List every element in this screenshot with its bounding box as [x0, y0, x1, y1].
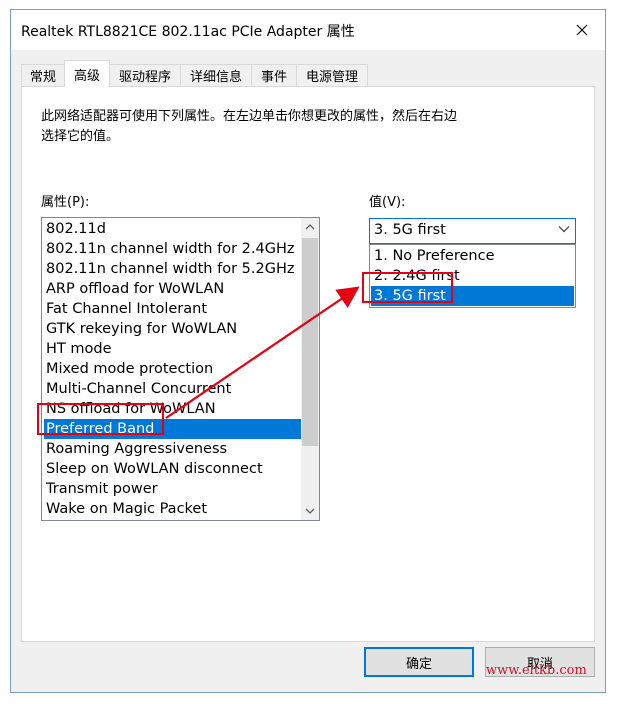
property-label: 属性(P):: [41, 195, 90, 210]
tab-general[interactable]: 常规: [21, 64, 65, 86]
chevron-down-icon: [305, 508, 315, 514]
list-scrollbar[interactable]: [301, 218, 319, 520]
list-item[interactable]: 802.11n channel width for 5.2GHz: [44, 259, 302, 279]
close-icon: [576, 24, 588, 36]
close-button[interactable]: [559, 10, 605, 50]
property-listbox[interactable]: 802.11d 802.11n channel width for 2.4GHz…: [41, 217, 320, 521]
list-item[interactable]: Roaming Aggressiveness: [44, 439, 302, 459]
list-item[interactable]: 802.11n channel width for 2.4GHz: [44, 239, 302, 259]
chevron-up-icon: [305, 224, 315, 230]
scroll-thumb[interactable]: [302, 238, 318, 446]
value-dropdown[interactable]: 3. 5G first: [369, 218, 576, 244]
list-item[interactable]: Multi-Channel Concurrent: [44, 379, 302, 399]
properties-dialog: Realtek RTL8821CE 802.11ac PCIe Adapter …: [10, 9, 606, 693]
value-option[interactable]: 1. No Preference: [371, 246, 574, 266]
annotation-box-property: [37, 403, 164, 435]
chevron-down-icon: [558, 226, 570, 233]
ok-button[interactable]: 确定: [364, 647, 474, 677]
scroll-down-button[interactable]: [301, 502, 319, 520]
value-label: 值(V):: [369, 195, 406, 210]
panel-description: 此网络适配器可使用下列属性。在左边单击你想更改的属性，然后在右边 选择它的值。: [41, 109, 458, 144]
window-title: Realtek RTL8821CE 802.11ac PCIe Adapter …: [21, 24, 355, 40]
list-item[interactable]: Fat Channel Intolerant: [44, 299, 302, 319]
value-selected: 3. 5G first: [374, 222, 446, 238]
list-item[interactable]: 802.11d: [44, 219, 302, 239]
list-item[interactable]: Wake on Magic Packet: [44, 499, 302, 519]
tab-advanced[interactable]: 高级: [64, 60, 110, 87]
list-item[interactable]: Sleep on WoWLAN disconnect: [44, 459, 302, 479]
list-item[interactable]: ARP offload for WoWLAN: [44, 279, 302, 299]
annotation-box-value: [362, 272, 453, 303]
advanced-panel: 此网络适配器可使用下列属性。在左边单击你想更改的属性，然后在右边 选择它的值。 …: [21, 86, 595, 642]
tab-events[interactable]: 事件: [251, 64, 297, 86]
tab-details[interactable]: 详细信息: [180, 64, 252, 86]
list-item[interactable]: HT mode: [44, 339, 302, 359]
list-item[interactable]: Mixed mode protection: [44, 359, 302, 379]
tab-power-management[interactable]: 电源管理: [296, 64, 368, 86]
watermark-text: www.eltkb.com: [486, 663, 587, 678]
title-bar: Realtek RTL8821CE 802.11ac PCIe Adapter …: [11, 10, 605, 50]
scroll-up-button[interactable]: [301, 218, 319, 236]
list-item[interactable]: Transmit power: [44, 479, 302, 499]
tab-driver[interactable]: 驱动程序: [109, 64, 181, 86]
list-item[interactable]: GTK rekeying for WoWLAN: [44, 319, 302, 339]
